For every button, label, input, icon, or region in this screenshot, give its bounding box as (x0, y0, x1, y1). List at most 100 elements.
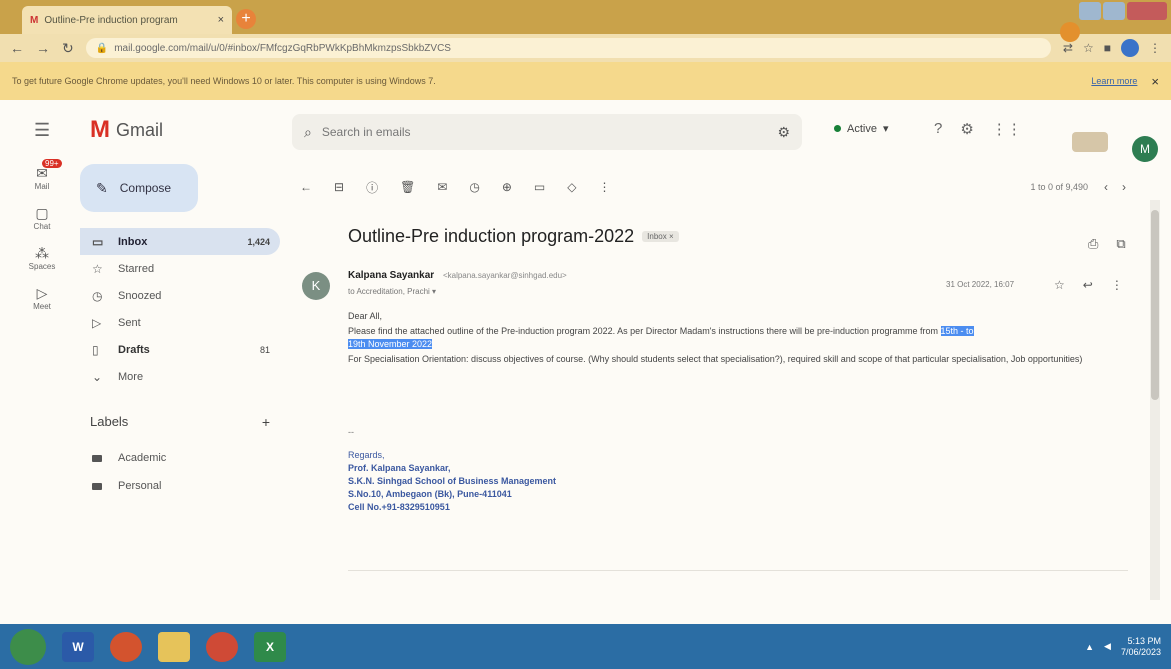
main-menu-icon[interactable]: ☰ (34, 120, 50, 141)
address-bar[interactable]: 🔒 mail.google.com/mail/u/0/#inbox/FMfcgz… (85, 38, 1051, 58)
clock[interactable]: 5:13 PM 7/06/2023 (1121, 636, 1161, 658)
add-label-icon[interactable]: + (262, 414, 270, 430)
snooze-icon[interactable]: ◷ (469, 180, 479, 194)
minimize-button[interactable] (1079, 2, 1101, 20)
sidebar-item-label: Sent (118, 316, 141, 329)
search-bar[interactable]: ⌕ Search in emails ⚙ (292, 114, 802, 150)
status-dot-icon (834, 125, 841, 132)
sidebar-nav: ▭ Inbox 1,424 ☆ Starred ◷ Snoozed ▷ Sent… (80, 228, 280, 390)
app-rail: ✉ 99+ Mail ▢ Chat ⁂ Spaces ▷ Meet (22, 159, 62, 325)
sidebar-item-label: Starred (118, 262, 155, 275)
gmail-logo[interactable]: M Gmail (90, 116, 163, 144)
window-controls (1079, 2, 1167, 20)
help-icon[interactable]: ? (934, 120, 942, 138)
report-spam-icon[interactable]: ⓘ (366, 179, 378, 196)
browser-tab[interactable]: M Outline-Pre induction program × (22, 6, 232, 34)
back-icon[interactable]: ← (10, 40, 24, 56)
archive-icon[interactable]: ⊟ (334, 180, 344, 194)
word-taskbar-icon[interactable]: W (62, 631, 94, 662)
chat-icon: ▢ (35, 205, 49, 221)
more-options-icon[interactable]: ⋮ (599, 180, 611, 194)
back-to-inbox-icon[interactable]: ← (300, 180, 312, 194)
sidebar-item-snoozed[interactable]: ◷ Snoozed (80, 282, 280, 309)
bookmark-star-icon[interactable]: ☆ (1083, 41, 1094, 55)
start-button[interactable] (10, 628, 46, 665)
sidebar-item-more[interactable]: ⌄ More (80, 363, 280, 390)
scrollbar-thumb[interactable] (1151, 210, 1159, 400)
new-window-icon[interactable]: ⧉ (1116, 236, 1125, 252)
learn-more-link[interactable]: Learn more (1091, 76, 1137, 86)
sidebar-item-inbox[interactable]: ▭ Inbox 1,424 (80, 228, 280, 255)
account-avatar[interactable]: M (1132, 136, 1158, 162)
sidebar-item-sent[interactable]: ▷ Sent (80, 309, 280, 336)
browser-menu-icon[interactable]: ⋮ (1149, 41, 1161, 55)
print-icon[interactable]: ⎙ (1088, 236, 1098, 252)
rail-meet[interactable]: ▷ Meet (22, 285, 62, 311)
search-icon[interactable]: ⌕ (304, 124, 312, 141)
mark-unread-icon[interactable]: ✉ (437, 180, 447, 194)
rail-spaces[interactable]: ⁂ Spaces (22, 245, 62, 271)
rail-label: Chat (33, 222, 51, 231)
rail-chat[interactable]: ▢ Chat (22, 205, 62, 231)
compose-button[interactable]: ✎ Compose (80, 164, 198, 212)
reply-icon[interactable]: ↩ (1083, 278, 1093, 292)
older-icon[interactable]: › (1122, 180, 1126, 194)
chrome-window-taskbar-icon[interactable] (206, 631, 238, 662)
signature-dash: -- (348, 427, 354, 437)
recipient-line[interactable]: to Accreditation, Prachi ▾ (348, 287, 436, 296)
apps-grid-icon[interactable]: ⋮⋮ (992, 120, 1022, 138)
chrome-taskbar-icon[interactable] (110, 631, 142, 662)
close-window-button[interactable] (1127, 2, 1167, 20)
explorer-taskbar-icon[interactable] (158, 631, 190, 662)
update-indicator-icon[interactable] (1060, 22, 1080, 42)
rail-label: Spaces (28, 262, 56, 271)
sidebar-item-starred[interactable]: ☆ Starred (80, 255, 280, 282)
sidebar-item-drafts[interactable]: ▯ Drafts 81 (80, 336, 280, 363)
sender-name[interactable]: Kalpana Sayankar (348, 270, 434, 281)
excel-taskbar-icon[interactable]: X (254, 631, 286, 662)
more-actions-icon[interactable]: ⋮ (1111, 278, 1123, 292)
body-paragraph-2: For Specialisation Orientation: discuss … (348, 354, 1083, 364)
browser-toolbar: ← → ↻ 🔒 mail.google.com/mail/u/0/#inbox/… (0, 34, 1171, 62)
body-paragraph-1: Please find the attached outline of the … (348, 325, 1128, 351)
inbox-icon: ▭ (92, 234, 104, 249)
forward-icon[interactable]: → (36, 40, 50, 56)
rail-mail[interactable]: ✉ 99+ Mail (22, 159, 62, 191)
status-chip[interactable]: Active ▾ (834, 122, 889, 135)
star-icon[interactable]: ☆ (1054, 278, 1065, 292)
label-item-academic[interactable]: Academic (92, 444, 272, 472)
url-text: mail.google.com/mail/u/0/#inbox/FMfcgzGq… (114, 42, 451, 54)
profile-avatar[interactable] (1121, 39, 1139, 57)
rail-label: Meet (33, 302, 51, 311)
maximize-button[interactable] (1103, 2, 1125, 20)
tab-close-icon[interactable]: × (218, 14, 224, 26)
search-input[interactable]: Search in emails (322, 125, 411, 139)
scrollbar[interactable] (1150, 200, 1160, 600)
labels-title: Labels (90, 414, 129, 429)
infobar-close-icon[interactable]: × (1151, 74, 1159, 89)
translate-icon[interactable]: ⇄ (1063, 41, 1073, 55)
add-task-icon[interactable]: ⊕ (502, 180, 512, 194)
newer-icon[interactable]: ‹ (1104, 180, 1108, 194)
settings-icon[interactable]: ⚙ (960, 120, 973, 138)
email-date: 31 Oct 2022, 16:07 (946, 280, 1015, 289)
signature-organization: S.K.N. Sinhgad School of Business Manage… (348, 476, 557, 486)
delete-icon[interactable]: 🗑 (400, 180, 415, 194)
extension-icon[interactable]: ■ (1104, 41, 1111, 55)
labels-header: Labels + (90, 414, 270, 430)
move-to-icon[interactable]: ▭ (534, 180, 545, 194)
label-item-personal[interactable]: Personal (92, 472, 272, 500)
message-toolbar: ← ⊟ ⓘ 🗑 ✉ ◷ ⊕ ▭ ◇ ⋮ 1 to 0 of 9,490 ‹ › (300, 176, 1140, 198)
status-label: Active (847, 122, 877, 135)
windows-taskbar: W X ▲ ◀ 5:13 PM 7/06/2023 (0, 624, 1171, 669)
inbox-label-chip[interactable]: Inbox × (642, 231, 679, 242)
volume-icon[interactable]: ◀ (1104, 641, 1111, 652)
send-icon: ▷ (92, 315, 102, 330)
tab-title: Outline-Pre induction program (44, 14, 178, 26)
labels-list: Academic Personal (92, 444, 272, 500)
search-options-icon[interactable]: ⚙ (777, 124, 790, 141)
reload-icon[interactable]: ↻ (62, 40, 74, 57)
label-icon[interactable]: ◇ (567, 180, 576, 194)
network-icon[interactable]: ▲ (1085, 642, 1094, 652)
new-tab-button[interactable]: + (236, 9, 256, 29)
